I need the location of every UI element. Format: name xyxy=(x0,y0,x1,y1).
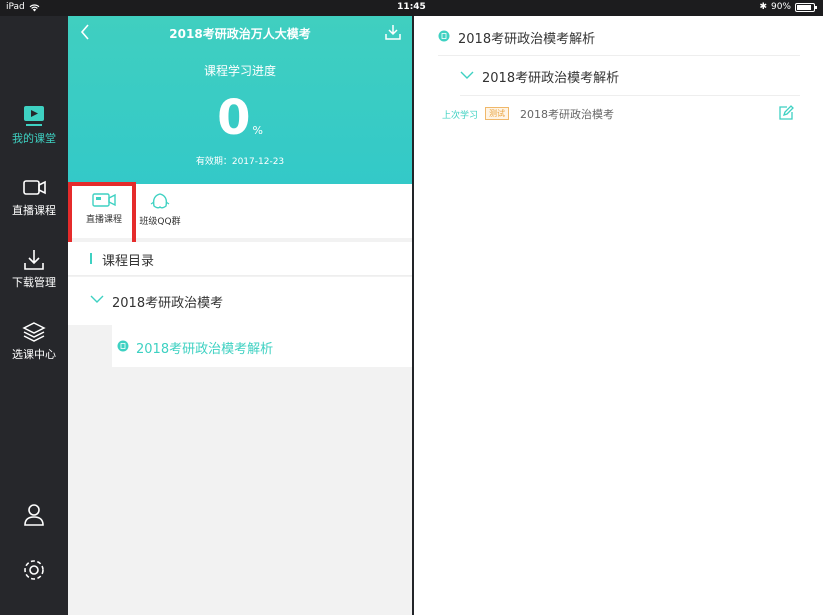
progress-value: 0% xyxy=(68,88,412,161)
chevron-down-icon xyxy=(460,71,474,79)
download-icon[interactable] xyxy=(384,24,402,40)
chevron-down-icon xyxy=(90,295,104,303)
status-bar: iPad 11:45 ✱ 90% xyxy=(0,0,823,16)
progress-label: 课程学习进度 xyxy=(203,64,276,78)
lesson-status-icon xyxy=(438,30,450,42)
lesson-status-icon xyxy=(117,340,129,352)
user-icon xyxy=(24,504,44,526)
nav-item-course-center[interactable]: 选课中心 xyxy=(0,320,68,362)
download-icon xyxy=(24,250,44,270)
divider xyxy=(460,95,800,96)
nav-label: 下载管理 xyxy=(12,276,56,289)
last-studied-label: 上次学习 xyxy=(442,111,479,121)
bluetooth-icon: ✱ xyxy=(759,2,767,12)
qq-icon xyxy=(150,193,170,209)
nav-label: 直播课程 xyxy=(12,204,56,217)
course-title: 2018考研政治万人大模考 xyxy=(169,27,311,41)
detail-chapter-title: 2018考研政治模考解析 xyxy=(482,71,620,86)
app-root: iPad 11:45 ✱ 90% 我的课堂 直播课程 下载管理 选课中心 201… xyxy=(0,0,823,615)
progress-number: 0 xyxy=(217,90,251,146)
nav-item-live-course[interactable]: 直播课程 xyxy=(0,176,68,218)
test-badge: 测试 xyxy=(485,107,509,120)
detail-title: 2018考研政治模考解析 xyxy=(458,32,596,47)
detail-chapter-row[interactable]: 2018考研政治模考解析 xyxy=(414,56,823,96)
detail-item-row[interactable]: 上次学习 测试 2018考研政治模考 xyxy=(414,102,823,126)
nav-item-profile[interactable] xyxy=(0,502,68,528)
nav-label: 选课中心 xyxy=(12,348,56,361)
video-camera-icon xyxy=(23,180,46,195)
battery-icon xyxy=(795,2,817,12)
chapter-title: 2018考研政治模考 xyxy=(112,296,224,311)
nav-item-download[interactable]: 下载管理 xyxy=(0,248,68,290)
chapter-row[interactable]: 2018考研政治模考 xyxy=(68,277,412,325)
course-toolbar: 直播课程 班级QQ群 xyxy=(68,182,412,252)
battery-percent: 90% xyxy=(770,2,791,12)
course-panel: 2018考研政治万人大模考 课程学习进度 0% 有效期：2017-12-23 直… xyxy=(68,16,412,615)
status-time: 11:45 xyxy=(397,2,426,12)
gear-icon xyxy=(24,560,44,580)
lesson-detail-panel: 2018考研政治模考解析 2018考研政治模考解析 上次学习 测试 2018考研… xyxy=(414,16,823,615)
layers-icon xyxy=(22,322,46,342)
live-course-label: 直播课程 xyxy=(85,215,122,225)
side-nav: 我的课堂 直播课程 下载管理 选课中心 xyxy=(0,16,68,615)
detail-header: 2018考研政治模考解析 xyxy=(414,16,823,56)
progress-unit: % xyxy=(252,124,263,137)
nav-label: 我的课堂 xyxy=(12,132,56,145)
course-header: 2018考研政治万人大模考 课程学习进度 0% 有效期：2017-12-23 xyxy=(68,16,412,184)
lesson-title: 2018考研政治模考解析 xyxy=(136,342,274,357)
valid-until: 有效期：2017-12-23 xyxy=(195,157,285,167)
edit-icon[interactable] xyxy=(778,105,794,121)
nav-item-settings[interactable] xyxy=(0,557,68,583)
qq-group-label: 班级QQ群 xyxy=(139,217,181,227)
catalog-title: 课程目录 xyxy=(102,254,155,269)
classroom-icon xyxy=(24,106,44,126)
qq-group-button[interactable]: 班级QQ群 xyxy=(130,192,190,227)
lesson-row[interactable]: 2018考研政治模考解析 xyxy=(112,325,412,367)
video-camera-icon xyxy=(92,193,116,207)
live-course-button[interactable]: 直播课程 xyxy=(68,182,136,252)
catalog-marker xyxy=(90,253,92,264)
detail-item-title: 2018考研政治模考 xyxy=(520,108,614,121)
catalog-header: 课程目录 xyxy=(68,242,412,276)
nav-item-my-classroom[interactable]: 我的课堂 xyxy=(0,104,68,146)
